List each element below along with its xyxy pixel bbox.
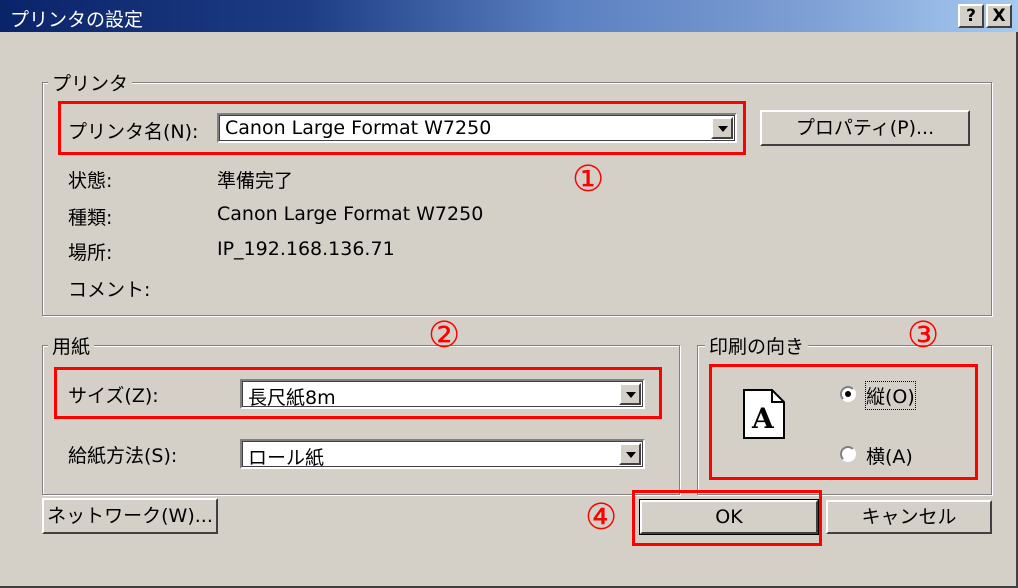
annotation-box-3	[709, 364, 978, 480]
paper-source-dropdown-arrow-icon[interactable]	[619, 443, 641, 465]
title-bar[interactable]: プリンタの設定 ? X	[0, 0, 1018, 32]
status-value: 準備完了	[217, 170, 294, 192]
location-value: IP_192.168.136.71	[217, 238, 395, 260]
print-setup-dialog: プリンタの設定 ? X プリンタ プリンタ名(N): Canon Large F…	[0, 0, 1018, 588]
window-title: プリンタの設定	[10, 9, 144, 31]
comment-label: コメント:	[68, 279, 151, 301]
properties-button[interactable]: プロパティ(P)...	[760, 110, 970, 146]
paper-source-combobox[interactable]: ロール紙	[240, 439, 645, 469]
type-label: 種類:	[68, 207, 113, 229]
type-value: Canon Large Format W7250	[217, 203, 484, 225]
network-button[interactable]: ネットワーク(W)...	[42, 498, 218, 534]
paper-group-label: 用紙	[48, 332, 95, 359]
help-button[interactable]: ?	[958, 4, 984, 28]
paper-source-value: ロール紙	[248, 447, 325, 469]
cancel-button[interactable]: キャンセル	[826, 500, 992, 534]
annotation-box-1	[58, 101, 746, 155]
annotation-marker-3: ③	[907, 315, 940, 356]
annotation-marker-4: ④	[585, 497, 618, 538]
location-label: 場所:	[68, 242, 113, 264]
printer-group-label: プリンタ	[48, 69, 133, 96]
annotation-marker-2: ②	[428, 315, 461, 356]
paper-source-label: 給紙方法(S):	[68, 445, 178, 467]
orientation-group-label: 印刷の向き	[705, 332, 809, 359]
annotation-box-4	[632, 490, 822, 546]
close-button[interactable]: X	[986, 4, 1012, 28]
annotation-marker-1: ①	[572, 159, 605, 200]
annotation-box-2	[54, 367, 662, 419]
status-label: 状態:	[68, 170, 113, 192]
